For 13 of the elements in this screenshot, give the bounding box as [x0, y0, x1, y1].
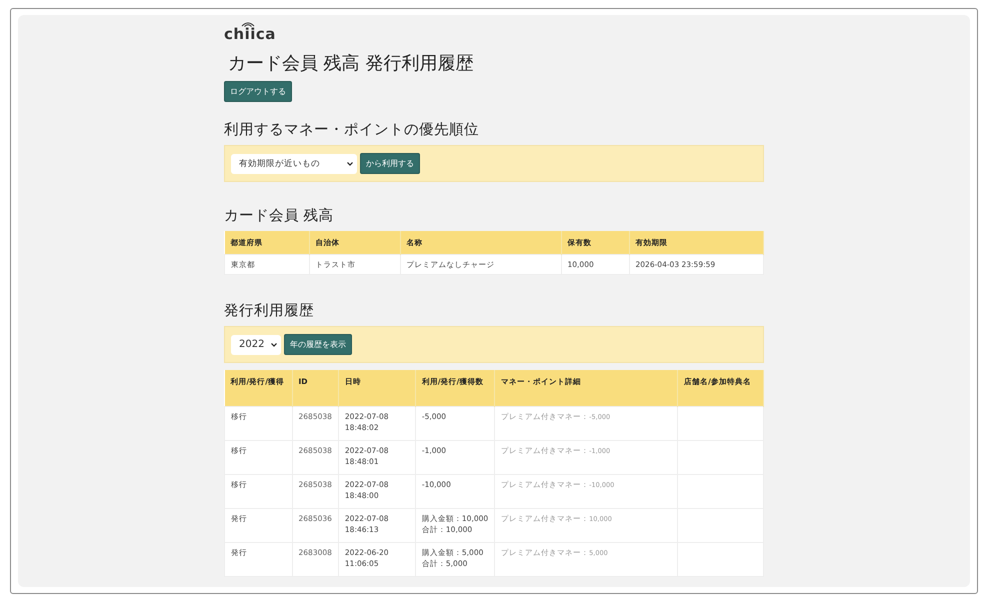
apply-button[interactable]: から利用する [360, 153, 420, 174]
section-heading: 利用するマネー・ポイントの優先順位 [224, 121, 480, 139]
show-history-button[interactable]: 年の履歴を表示 [284, 334, 352, 356]
caret-icon [271, 342, 277, 347]
wifi-arc-icon [241, 21, 255, 27]
section-heading: 発行利用履歴 [224, 302, 315, 320]
caret-icon [347, 162, 353, 166]
page-title: カード会員 残高 発行利用履歴 [228, 52, 474, 75]
logout-button[interactable]: ログアウトする [224, 81, 292, 102]
priority-select[interactable]: 有効期限が近いもの [231, 154, 357, 174]
logo: chiica [224, 25, 276, 45]
section-heading: カード会員 残高 [224, 206, 335, 225]
year-select[interactable]: 2022 [231, 334, 281, 355]
